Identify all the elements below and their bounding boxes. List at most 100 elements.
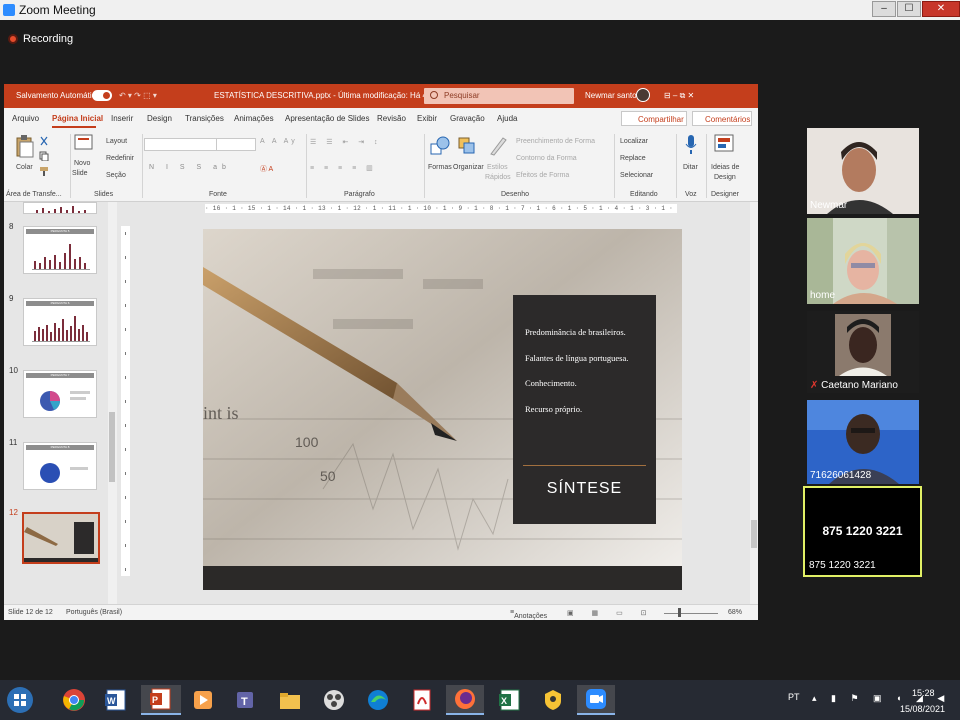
slide-thumbnail-8[interactable]: PERGUNTA 5 [23, 226, 97, 274]
recording-indicator[interactable]: Recording [8, 33, 73, 45]
reset-button[interactable]: Redefinir [106, 155, 134, 162]
firefox-icon[interactable] [446, 685, 484, 715]
group-label-paragraph: Parágrafo [344, 191, 375, 198]
list-buttons[interactable]: ☰ ☰ ⇤ ⇥ ↕ [310, 138, 382, 146]
tab-apresentacao[interactable]: Apresentação de Slides [285, 114, 370, 123]
active-speaker-number: 875 1220 3221 [822, 524, 903, 538]
ppt-window-controls[interactable]: ⊟ – ⧉ ✕ [664, 91, 694, 101]
media-icon[interactable] [187, 685, 219, 715]
view-buttons[interactable]: ▣ ▦ ▭ ⊡ [567, 609, 655, 617]
document-title[interactable]: ESTATÍSTICA DESCRITIVA.pptx - Última mod… [214, 91, 440, 100]
zoom-slider-handle[interactable] [678, 608, 681, 617]
edge-icon[interactable] [362, 685, 394, 715]
powerpoint-icon[interactable]: P [141, 685, 181, 715]
svg-text:T: T [241, 696, 248, 708]
cut-icon[interactable] [39, 136, 49, 146]
tab-design[interactable]: Design [147, 114, 172, 123]
align-buttons[interactable]: ≡ ≡ ≡ ≡ ▥ [310, 164, 377, 172]
select-button[interactable]: Selecionar [620, 172, 653, 179]
shapes-icon[interactable] [430, 136, 450, 156]
scrollbar-thumb[interactable] [109, 412, 115, 482]
thumbnails-scrollbar[interactable] [108, 202, 117, 604]
share-button[interactable]: Compartilhar [621, 111, 687, 126]
font-grow-shrink[interactable]: A A Ay [260, 138, 298, 145]
excel-icon[interactable]: X [494, 685, 526, 715]
font-color-icon[interactable]: Ⓐ A [260, 164, 273, 174]
slide-footer-band [203, 566, 682, 590]
thumbnail-pie-icon [40, 463, 88, 483]
font-size-dropdown[interactable] [216, 138, 254, 151]
tab-gravacao[interactable]: Gravação [450, 114, 485, 123]
tab-animacoes[interactable]: Animações [234, 114, 274, 123]
tab-exibir[interactable]: Exibir [417, 114, 437, 123]
format-painter-icon[interactable] [39, 166, 49, 176]
slide-thumbnail-10[interactable]: PERGUNTA 7 [23, 370, 97, 418]
shape-outline-button[interactable]: Contorno da Forma [516, 155, 577, 162]
quick-access-toolbar[interactable]: ↶ ▾ ↷ ⬚ ▾ [119, 91, 157, 100]
editor-scrollbar[interactable] [750, 202, 758, 604]
replace-button[interactable]: Replace [620, 155, 646, 162]
design-ideas-icon[interactable] [714, 134, 734, 156]
layout-button[interactable]: Layout [106, 138, 127, 145]
user-name[interactable]: Newmar santos [585, 91, 641, 100]
font-format-buttons[interactable]: N I S S ab [149, 164, 231, 171]
tab-pagina-inicial[interactable]: Página Inicial [52, 114, 103, 123]
slide-thumbnail-12[interactable] [22, 512, 100, 564]
current-slide[interactable]: int is 100 50 Predominância de brasileir… [203, 229, 682, 590]
tab-inserir[interactable]: Inserir [111, 114, 133, 123]
vpn-icon[interactable] [537, 685, 569, 715]
explorer-icon[interactable] [274, 685, 306, 715]
participant-tile[interactable]: 71626061428 [807, 400, 919, 484]
powerpoint-window: Salvamento Automático ↶ ▾ ↷ ⬚ ▾ ESTATÍST… [4, 84, 758, 620]
shape-fill-button[interactable]: Preenchimento de Forma [516, 138, 595, 145]
autosave-toggle[interactable] [92, 90, 112, 101]
chrome-icon[interactable] [58, 685, 90, 715]
slide-thumbnail-7[interactable] [23, 202, 97, 214]
scrollbar-thumb[interactable] [751, 520, 757, 548]
input-language[interactable]: PT [788, 692, 800, 720]
comments-button[interactable]: Comentários [692, 111, 752, 126]
participant-tile[interactable]: home [807, 218, 919, 304]
zoom-icon[interactable] [577, 685, 615, 715]
participant-tile[interactable]: ✗ Caetano Mariano [807, 311, 919, 393]
word-icon[interactable]: W [100, 685, 132, 715]
participant-tile[interactable]: Newmar [807, 128, 919, 214]
zoom-level[interactable]: 68% [728, 609, 742, 616]
shape-effects-button[interactable]: Efeitos de Forma [516, 172, 569, 179]
maximize-button[interactable]: ☐ [897, 1, 921, 17]
close-button[interactable]: ✕ [922, 1, 960, 17]
dictate-label: Ditar [683, 164, 698, 171]
section-button[interactable]: Seção [106, 172, 126, 179]
slide-thumbnail-9[interactable]: PERGUNTA 6 [23, 298, 97, 346]
clock-date[interactable]: 15/08/2021 [900, 704, 945, 720]
arrange-icon[interactable] [457, 136, 477, 156]
tab-arquivo[interactable]: Arquivo [12, 114, 39, 123]
zoom-logo-icon [3, 4, 15, 16]
search-input[interactable]: Pesquisar [424, 88, 574, 104]
video-icon[interactable] [318, 685, 350, 715]
tab-revisao[interactable]: Revisão [377, 114, 406, 123]
slide-title: SÍNTESE [546, 480, 623, 497]
language-indicator[interactable]: Português (Brasil) [66, 609, 122, 616]
avatar[interactable] [636, 88, 650, 102]
minimize-button[interactable]: – [872, 1, 896, 17]
acrobat-icon[interactable] [406, 685, 438, 715]
tab-transicoes[interactable]: Transições [185, 114, 224, 123]
copy-icon[interactable] [39, 151, 49, 161]
active-speaker-tile[interactable]: 875 1220 3221 875 1220 3221 [803, 486, 922, 577]
start-button[interactable] [2, 685, 38, 715]
thumbnail-chart-icon [36, 206, 86, 213]
tab-ajuda[interactable]: Ajuda [497, 114, 517, 123]
find-button[interactable]: Localizar [620, 138, 648, 145]
notes-button[interactable]: ≡ Anotações [510, 609, 547, 620]
slide-thumbnail-11[interactable]: PERGUNTA 8 [23, 442, 97, 490]
zoom-slider[interactable] [664, 613, 718, 614]
quick-styles-icon[interactable] [489, 136, 507, 156]
new-slide-icon[interactable] [74, 134, 94, 152]
slide-number: 9 [9, 294, 14, 303]
notes-label: Anotações [514, 613, 548, 620]
microphone-icon[interactable] [684, 134, 698, 156]
text-panel[interactable]: Predominância de brasileiros. Falantes d… [513, 295, 656, 524]
paste-icon[interactable] [14, 134, 36, 160]
teams-icon[interactable]: T [229, 685, 261, 715]
